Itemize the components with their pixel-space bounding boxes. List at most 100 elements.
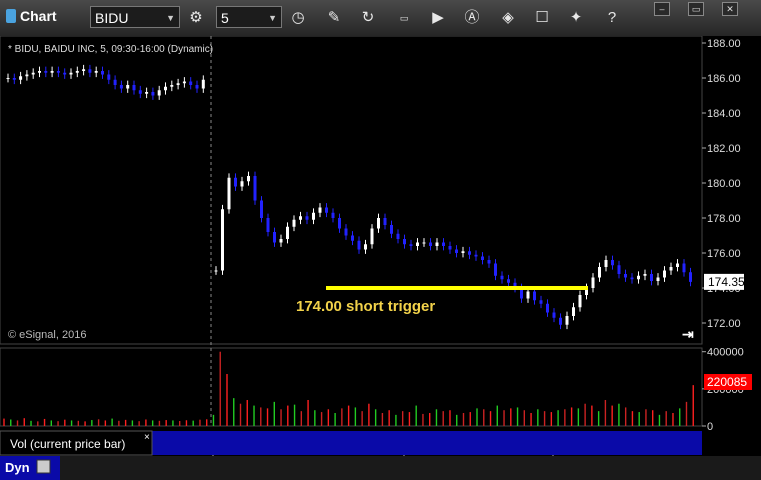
- candle-body: [617, 265, 621, 274]
- candle-body: [189, 81, 193, 85]
- gear-icon[interactable]: ⚙: [186, 8, 206, 28]
- candle-body: [38, 71, 41, 73]
- chevron-down-icon[interactable]: ▼: [166, 7, 175, 29]
- price-tick-label: 176.00: [707, 248, 741, 260]
- candle-body: [403, 239, 406, 245]
- chevron-down-icon[interactable]: ▼: [268, 7, 277, 29]
- candle-body: [611, 260, 614, 266]
- clock-icon[interactable]: ◷: [288, 8, 308, 28]
- candle-body: [481, 256, 484, 260]
- candle-body: [247, 176, 250, 182]
- candle-body: [331, 212, 335, 218]
- candle-body: [689, 272, 692, 282]
- minimize-button[interactable]: –: [654, 2, 670, 16]
- price-tick-label: 182.00: [707, 143, 741, 155]
- candle-body: [624, 274, 627, 278]
- candle-body: [630, 277, 634, 280]
- candle-body: [364, 244, 367, 250]
- candle-body: [132, 85, 136, 91]
- candle-body: [468, 251, 471, 255]
- candle-body: [56, 71, 60, 73]
- volume-tick-label: 400000: [707, 347, 744, 359]
- price-tick-label: 178.00: [707, 213, 741, 225]
- candle-body: [572, 307, 575, 316]
- tag-icon[interactable]: ◈: [498, 8, 518, 28]
- trigger-annotation: 174.00 short trigger: [296, 298, 435, 315]
- candle-body: [507, 279, 510, 283]
- candle-body: [526, 291, 530, 299]
- comment-icon[interactable]: ☐: [532, 8, 552, 28]
- candle-body: [63, 72, 67, 75]
- candle-body: [182, 81, 186, 84]
- candle-body: [422, 242, 426, 244]
- candle-body: [325, 207, 328, 213]
- scroll-right-icon[interactable]: ⇥: [682, 326, 694, 342]
- candle-body: [396, 233, 400, 239]
- candle-body: [94, 71, 98, 73]
- volume-tick-label: 0: [707, 421, 713, 433]
- candle-body: [533, 291, 536, 301]
- candle-body: [25, 74, 29, 77]
- footer-label: Dyn: [5, 460, 30, 475]
- candle-body: [559, 317, 562, 325]
- candle-body: [12, 78, 16, 80]
- candle-body: [138, 90, 142, 94]
- candle-body: [416, 242, 419, 246]
- refresh-icon[interactable]: ↻: [358, 8, 378, 28]
- chart-background: [0, 36, 761, 480]
- symbol-input[interactable]: BIDU ▼: [90, 6, 180, 28]
- candle-body: [604, 260, 608, 267]
- candle-body: [221, 209, 224, 271]
- price-tick-label: 186.00: [707, 73, 741, 85]
- candle-body: [637, 275, 640, 280]
- candle-body: [101, 71, 104, 75]
- candle-body: [170, 85, 174, 87]
- help-icon[interactable]: ?: [602, 8, 622, 28]
- candle-body: [201, 79, 205, 89]
- candle-body: [273, 232, 276, 243]
- restore-button[interactable]: ▭: [688, 2, 704, 16]
- candle-body: [318, 207, 322, 213]
- chart-canvas[interactable]: 188.00 186.00 184.00 182.00 180.00 178.00 176.…: [0, 36, 761, 480]
- volume-tag-label: 220085: [707, 375, 747, 389]
- candle-body: [260, 200, 263, 218]
- price-tick-label: 180.00: [707, 178, 741, 190]
- close-button[interactable]: ✕: [722, 2, 738, 16]
- candle-body: [383, 218, 387, 225]
- candle-body: [370, 228, 374, 245]
- candle-body: [377, 218, 380, 229]
- candle-body: [113, 79, 117, 85]
- candle-body: [682, 263, 686, 273]
- candle-body: [500, 275, 504, 280]
- a-circle-icon[interactable]: Ⓐ: [462, 8, 482, 28]
- candle-body: [44, 71, 48, 73]
- candle-body: [494, 263, 497, 276]
- candle-body: [6, 78, 10, 79]
- close-icon[interactable]: ×: [144, 432, 150, 443]
- interval-select[interactable]: 5 ▼: [216, 6, 282, 28]
- volume-label: Vol (current price bar): [10, 437, 125, 451]
- candle-body: [338, 218, 341, 229]
- candle-body: [390, 225, 393, 234]
- candle-body: [50, 71, 54, 73]
- candle-body: [305, 216, 309, 220]
- candle-body: [591, 277, 595, 288]
- candle-body: [253, 176, 257, 201]
- candle-body: [565, 316, 569, 325]
- lock-icon[interactable]: [36, 459, 51, 474]
- candle-body: [409, 244, 413, 246]
- candle-body: [234, 177, 237, 187]
- candle-body: [455, 249, 458, 253]
- get-icon[interactable]: ▭: [394, 8, 414, 28]
- play-icon[interactable]: ▶: [428, 8, 448, 28]
- candle-body: [643, 274, 647, 276]
- candle-body: [19, 76, 23, 80]
- candle-body: [656, 277, 660, 281]
- pencil-icon[interactable]: ✎: [324, 8, 344, 28]
- candle-body: [151, 92, 155, 96]
- candle-body: [461, 251, 465, 253]
- candle-body: [69, 72, 73, 75]
- candle-body: [487, 260, 491, 264]
- candle-body: [539, 300, 543, 304]
- twitter-icon[interactable]: ✦: [566, 8, 586, 28]
